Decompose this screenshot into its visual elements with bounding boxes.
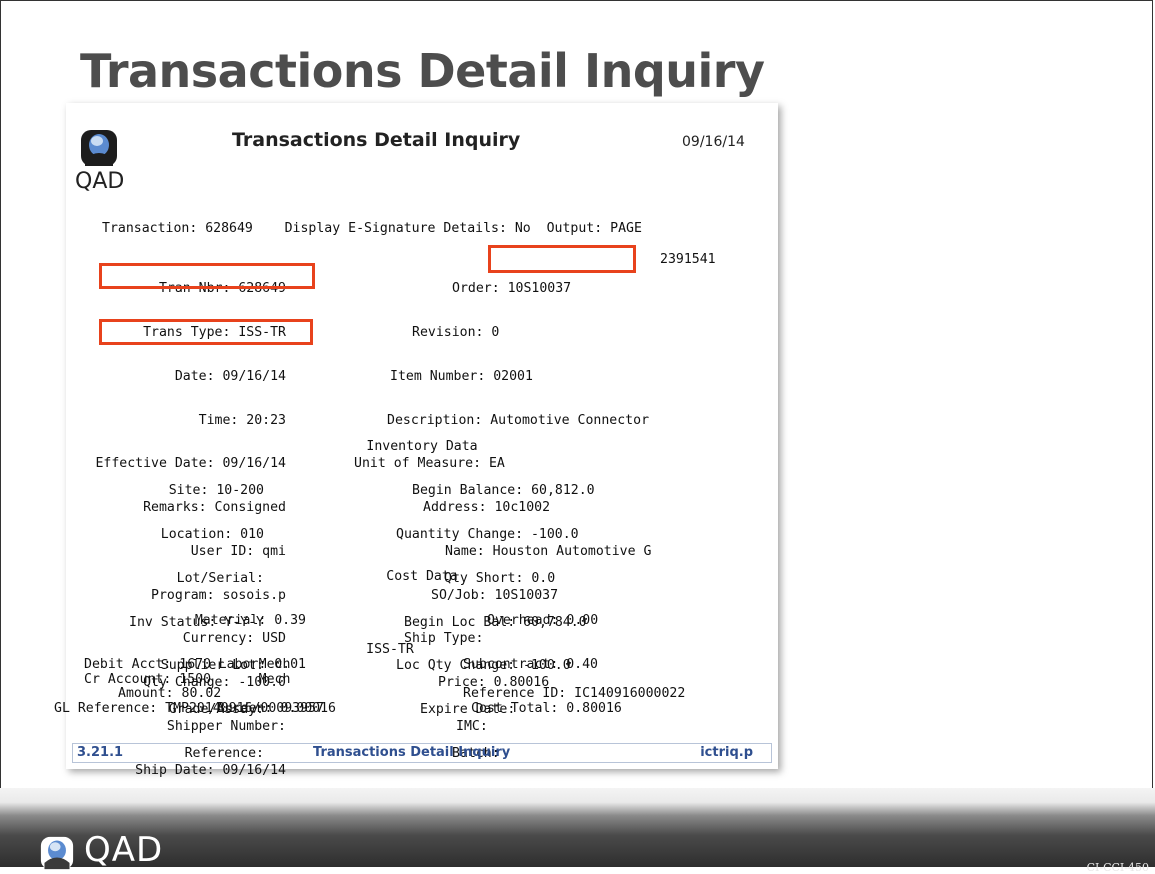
inv-begin-balance: Begin Balance: 60,812.0 [412, 483, 595, 499]
inventory-heading: Inventory Data [366, 439, 478, 454]
field-item-number: Item Number: 02001 [390, 368, 533, 384]
inv-site: Site: 10-200 [168, 483, 264, 499]
field-description: Description: Automotive Connector [387, 412, 650, 428]
highlight-order [488, 245, 636, 273]
gl-heading: ISS-TR [366, 642, 414, 657]
cost-overhead: Overhead: 0.00 [487, 613, 599, 629]
inv-quantity-change: Quantity Change: -100.0 [396, 526, 579, 542]
cost-heading: Cost Data [386, 569, 458, 584]
gl-reference-id: Reference ID: IC140916000022 [463, 686, 686, 702]
qad-logo-icon [81, 130, 117, 166]
cost-right-column: Overhead: 0.00 Subcontract: 0.40 Cost To… [463, 585, 622, 746]
field-date: Date: 09/16/14 [174, 368, 286, 384]
slide-title: Transactions Detail Inquiry [80, 44, 765, 98]
panel-date: 09/16/14 [682, 134, 745, 150]
screenshot-panel: QAD Transactions Detail Inquiry 09/16/14… [54, 103, 778, 777]
slide-footer-bar: QAD CI-CCI-450 [0, 788, 1155, 874]
cost-material: Material: 0.39 [194, 613, 306, 629]
highlight-remarks [99, 319, 313, 345]
field-revision: Revision: 0 [412, 324, 500, 340]
footer-menu-number: 3.21.1 [77, 745, 124, 760]
inv-location: Location: 010 [160, 526, 264, 542]
gl-reference: GL Reference: TMP20140916/00093957 [54, 700, 324, 716]
gl-cr-account: Cr Account: 1500 Mech [84, 671, 291, 687]
highlight-trans-type [99, 263, 315, 289]
footer-program-file: ictriq.p [700, 745, 753, 760]
field-time: Time: 20:23 [198, 412, 286, 428]
footer-program-name: Transactions Detail Inquiry [313, 745, 511, 760]
qad-logo: QAD [75, 125, 127, 195]
cost-total: Cost Total: 0.80016 [471, 700, 622, 716]
gl-debit-acct: Debit Acct: 1670 Mech [84, 657, 291, 672]
panel-title: Transactions Detail Inquiry [232, 129, 521, 151]
header-line: Transaction: 628649 Display E-Signature … [102, 221, 642, 236]
gl-amount: Amount: 80.02 [118, 686, 222, 702]
slide-code: CI-CCI-450 [1086, 861, 1149, 874]
order-extra: 2391541 [660, 252, 716, 267]
footer-brand-text: QAD [84, 830, 164, 870]
panel-footer-bar: 3.21.1 Transactions Detail Inquiry ictri… [72, 743, 772, 763]
qad-logo-icon [40, 836, 74, 870]
field-order: Order: 10S10037 [452, 281, 572, 297]
logo-text: QAD [75, 169, 125, 194]
cost-subcontract: Subcontract: 0.40 [463, 656, 598, 672]
